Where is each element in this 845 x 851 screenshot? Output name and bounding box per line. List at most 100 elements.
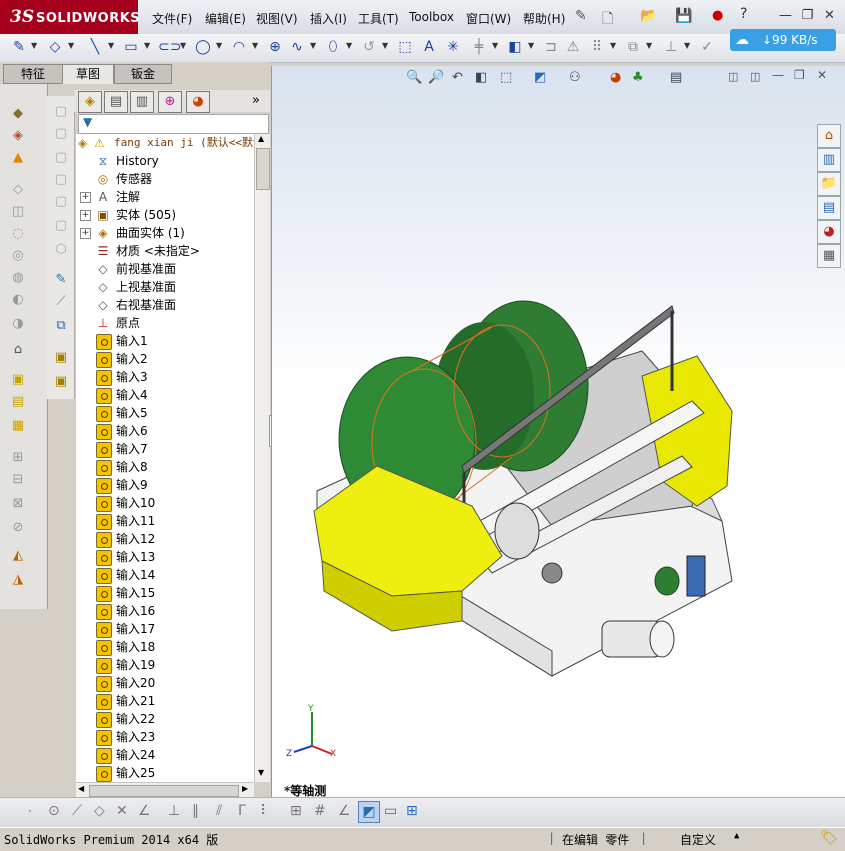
grid-icon[interactable]: # — [314, 803, 326, 819]
point-icon[interactable]: ✳ — [444, 38, 462, 56]
smart-dimension-icon[interactable]: ◇ — [46, 38, 64, 56]
pin-icon[interactable]: ✎ — [575, 8, 587, 24]
chevron-down-icon[interactable]: ▼ — [144, 41, 150, 50]
boundary-cut-icon[interactable]: ▢ — [53, 194, 69, 210]
save-icon[interactable]: 💾 — [675, 8, 692, 24]
section-view-icon[interactable]: ◧ — [475, 70, 487, 85]
tree-filter-bar[interactable]: ▼ — [78, 114, 269, 134]
snap-horizontal-icon[interactable]: ⫽ — [216, 803, 222, 819]
previous-view-icon[interactable]: ↶ — [452, 70, 463, 85]
reference-geometry-icon[interactable]: ⌂ — [10, 342, 26, 358]
cut-revolve-icon[interactable]: ◫ — [10, 204, 26, 220]
custom-properties-icon[interactable]: ▦ — [817, 244, 841, 268]
spline-icon[interactable]: ∿ — [288, 38, 306, 56]
chevron-down-icon[interactable]: ▼ — [252, 41, 258, 50]
repair-sketch-icon[interactable]: ✓ — [698, 38, 716, 56]
snap-grid-icon[interactable]: ⠇ — [260, 803, 270, 819]
expand-plus-icon[interactable]: + — [80, 192, 91, 203]
surface-cut-icon[interactable]: ◐ — [10, 292, 26, 308]
snap-perpendicular-icon[interactable]: ⊥ — [168, 803, 180, 819]
help-question-icon[interactable]: ? — [740, 6, 747, 22]
close-icon[interactable]: ✕ — [822, 9, 837, 22]
winder-machine-model[interactable] — [312, 291, 772, 691]
polygon-icon[interactable]: ⊕ — [266, 38, 284, 56]
dimxpert-tab-icon[interactable]: ⊕ — [158, 91, 182, 113]
chevron-down-icon[interactable]: ▼ — [492, 41, 498, 50]
menu-view[interactable]: 视图(V) — [256, 10, 298, 27]
view-settings-icon[interactable]: ▤ — [670, 70, 682, 85]
point-tool-icon[interactable]: · — [28, 804, 32, 818]
view-palette-icon[interactable]: ▤ — [817, 196, 841, 220]
chamfer-icon[interactable]: ▢ — [53, 218, 69, 234]
offset-icon[interactable]: ⊐ — [542, 38, 560, 56]
move-entities-icon[interactable]: ⧉ — [624, 38, 642, 56]
file-explorer-icon[interactable]: 📁 — [817, 172, 841, 196]
doc-restore-icon[interactable]: ❐ — [794, 68, 805, 82]
display-manager-tab-icon[interactable]: ◕ — [186, 91, 210, 113]
menu-tools[interactable]: 工具(T) — [358, 10, 399, 27]
zoom-area-icon[interactable]: 🔎 — [428, 70, 444, 85]
split-line-icon[interactable]: ▣ — [53, 350, 69, 366]
open-folder-icon[interactable]: 📂 — [640, 8, 657, 24]
chevron-down-icon[interactable]: ▼ — [31, 41, 37, 50]
chevron-down-icon[interactable]: ▼ — [310, 41, 316, 50]
fillet-icon[interactable]: ↺ — [360, 38, 378, 56]
tree-horizontal-scrollbar[interactable]: ◀ ▶ — [76, 782, 254, 798]
scroll-right-icon[interactable]: ▶ — [242, 784, 248, 793]
intersect-icon[interactable]: ⊘ — [10, 520, 26, 536]
minimize-icon[interactable]: — — [778, 9, 793, 22]
menu-insert[interactable]: 插入(I) — [310, 10, 347, 27]
snap-parallel-icon[interactable]: ∥ — [192, 803, 199, 819]
hole-wizard-icon[interactable]: ▢ — [53, 150, 69, 166]
viewport-split-icon[interactable]: ◫ — [728, 70, 738, 83]
chevron-down-icon[interactable]: ▼ — [216, 41, 222, 50]
viewport-link-icon[interactable]: ◫ — [750, 70, 760, 83]
angle-icon[interactable]: ∠ — [338, 803, 351, 819]
new-document-icon[interactable]: 🗋 — [602, 8, 613, 32]
linear-pattern-feature-icon[interactable]: ◮ — [10, 572, 26, 588]
extrude-boss-icon[interactable]: ◆ — [10, 106, 26, 122]
tree-vertical-scrollbar[interactable]: ▲ ▼ — [254, 134, 270, 782]
chevron-down-icon[interactable]: ▼ — [382, 41, 388, 50]
chevron-down-icon[interactable]: ▼ — [68, 41, 74, 50]
snap-quadrant-icon[interactable]: ◇ — [94, 803, 105, 819]
solidworks-logo[interactable]: 3S SOLIDWORKS — [0, 0, 140, 34]
wrap-icon[interactable]: ⊞ — [10, 450, 26, 466]
appearance-icon[interactable]: ◕ — [610, 70, 621, 85]
instant3d-icon[interactable]: ▤ — [10, 394, 26, 410]
cut-sweep-icon[interactable]: ◌ — [10, 226, 26, 242]
ellipse-icon[interactable]: ⬯ — [324, 38, 342, 56]
rectangle-icon[interactable]: ▭ — [122, 38, 140, 56]
snap-angle-icon[interactable]: Γ — [238, 803, 246, 819]
home-icon[interactable]: ⌂ — [817, 124, 841, 148]
dome-icon[interactable]: ⬡ — [53, 242, 69, 258]
snap-center-icon[interactable]: ⊙ — [48, 803, 60, 819]
chevron-down-icon[interactable]: ▼ — [646, 41, 652, 50]
view-orientation-icon[interactable]: ⬚ — [500, 70, 512, 85]
tab-sheet-metal[interactable]: 钣金 — [114, 64, 172, 84]
expand-panel-icon[interactable]: » — [252, 93, 260, 108]
linear-pattern-icon[interactable]: ⠿ — [588, 38, 606, 56]
menu-toolbox[interactable]: Toolbox — [409, 10, 454, 24]
convert-entities-icon[interactable]: ◧ — [506, 38, 524, 56]
chevron-down-icon[interactable]: ▼ — [684, 41, 690, 50]
arc-icon[interactable]: ◠ — [230, 38, 248, 56]
menu-window[interactable]: 窗口(W) — [466, 10, 511, 27]
tab-features[interactable]: 特征 — [3, 64, 63, 84]
units-chevron-up-icon[interactable]: ▲ — [734, 831, 739, 841]
sweep-icon[interactable]: ▲ — [10, 150, 26, 166]
scroll-up-icon[interactable]: ▲ — [258, 134, 264, 143]
snap-nearest-icon[interactable]: ∠ — [138, 803, 151, 819]
scroll-left-icon[interactable]: ◀ — [78, 784, 84, 793]
feature-manager-tab-icon[interactable]: ◈ — [78, 91, 102, 113]
expand-plus-icon[interactable]: + — [80, 228, 91, 239]
sketch-icon[interactable]: ✎ — [10, 38, 28, 56]
shell-icon[interactable]: ⊠ — [10, 496, 26, 512]
slot-icon[interactable]: ⊂⊃ — [158, 38, 181, 56]
snap-intersection-icon[interactable]: ✕ — [116, 803, 128, 819]
revolve-boss-icon[interactable]: ◈ — [10, 128, 26, 144]
display-style-icon[interactable]: ◩ — [534, 70, 546, 85]
hide-show-items-icon[interactable]: ⚇ — [569, 70, 581, 85]
chevron-down-icon[interactable]: ▼ — [346, 41, 352, 50]
loft-cut-icon[interactable]: ▢ — [53, 172, 69, 188]
